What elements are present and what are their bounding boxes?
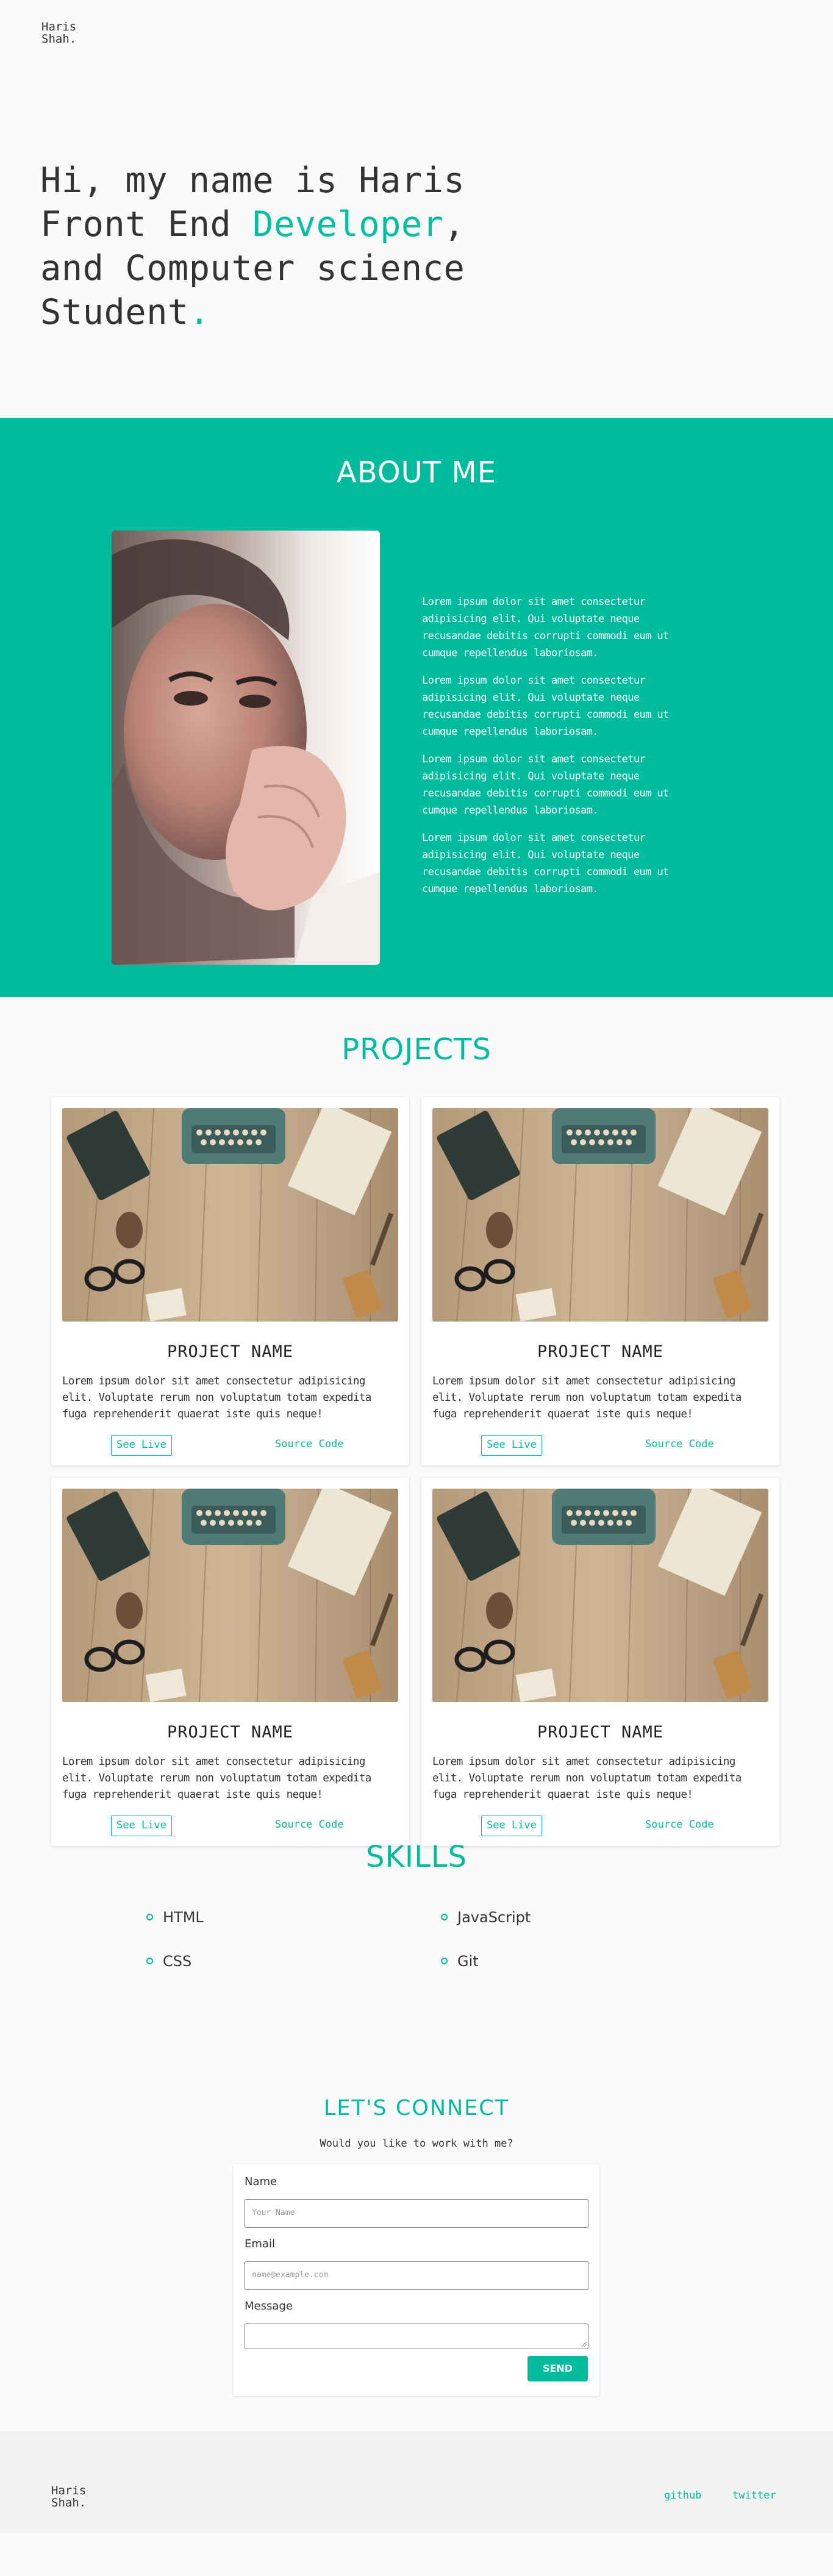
project-image	[432, 1489, 768, 1702]
logo[interactable]: Haris Shah.	[41, 21, 833, 45]
logo-line-2: Shah	[41, 32, 70, 46]
hero-section: Hi, my name is Haris Front End Developer…	[0, 67, 833, 418]
project-description: Lorem ipsum dolor sit amet consectetur a…	[62, 1375, 371, 1420]
hero-comma: ,	[443, 204, 465, 245]
circle-bullet-icon	[146, 1957, 153, 1964]
project-card: PROJECT NAME Lorem ipsum dolor sit amet …	[51, 1097, 409, 1465]
project-image	[432, 1108, 768, 1322]
about-paragraph: Lorem ipsum dolor sit amet consectetur a…	[422, 832, 669, 895]
message-field[interactable]	[244, 2324, 589, 2349]
hero-accent-developer: Developer	[252, 204, 444, 245]
about-section: ABOUT ME Lorem ipsum dolor sit amet cons…	[0, 418, 833, 997]
skill-label: Git	[457, 1953, 479, 1970]
hero-heading: Hi, my name is Haris Front End Developer…	[40, 159, 833, 334]
skill-item: Git	[441, 1953, 479, 1970]
project-name: PROJECT NAME	[537, 1723, 664, 1742]
contact-form: Name Your Name Email name@example.com Me…	[234, 2164, 599, 2396]
project-description: Lorem ipsum dolor sit amet consectetur a…	[432, 1375, 742, 1420]
footer-logo[interactable]: Haris Shah.	[51, 2485, 86, 2509]
skill-item: HTML	[146, 1909, 204, 1926]
circle-bullet-icon	[441, 1957, 448, 1964]
footer-logo-line-1: Haris	[51, 2484, 87, 2497]
see-live-button[interactable]: See Live	[111, 1816, 172, 1836]
skill-label: JavaScript	[457, 1909, 531, 1926]
hero-line-4: Student.	[40, 290, 833, 334]
hero-line-2: Front End Developer,	[40, 202, 833, 246]
about-title: ABOUT ME	[336, 456, 497, 490]
source-code-link[interactable]: Source Code	[645, 1435, 714, 1456]
source-code-link[interactable]: Source Code	[645, 1816, 714, 1836]
message-label: Message	[245, 2300, 293, 2313]
skill-label: HTML	[163, 1909, 204, 1926]
about-paragraph: Lorem ipsum dolor sit amet consectetur a…	[422, 753, 669, 817]
project-card: PROJECT NAME Lorem ipsum dolor sit amet …	[421, 1097, 779, 1465]
footer-logo-dot: .	[79, 2496, 87, 2510]
site-header: Haris Shah.	[0, 0, 833, 67]
see-live-button[interactable]: See Live	[111, 1435, 172, 1456]
project-image	[62, 1108, 398, 1322]
circle-bullet-icon	[146, 1913, 153, 1920]
hero-line-4-text: Student	[40, 292, 189, 332]
project-name: PROJECT NAME	[537, 1342, 664, 1361]
email-label: Email	[245, 2238, 275, 2250]
project-name: PROJECT NAME	[166, 1342, 294, 1361]
send-button[interactable]: SEND	[527, 2356, 588, 2381]
skills-section: SKILLS HTML JavaScript CSS Git	[0, 1840, 833, 2096]
source-code-link[interactable]: Source Code	[275, 1435, 344, 1456]
project-description: Lorem ipsum dolor sit amet consectetur a…	[432, 1756, 742, 1801]
about-paragraph: Lorem ipsum dolor sit amet consectetur a…	[422, 596, 669, 659]
skill-label: CSS	[163, 1953, 192, 1970]
footer-logo-line-2: Shah	[51, 2496, 79, 2510]
portrait-photo	[112, 531, 380, 965]
skill-item: JavaScript	[441, 1909, 531, 1926]
twitter-link[interactable]: twitter	[732, 2489, 776, 2502]
contact-subtitle: Would you like to work with me?	[320, 2138, 513, 2150]
source-code-link[interactable]: Source Code	[275, 1816, 344, 1836]
project-description: Lorem ipsum dolor sit amet consectetur a…	[62, 1756, 371, 1801]
github-link[interactable]: github	[664, 2489, 701, 2502]
circle-bullet-icon	[441, 1913, 448, 1920]
name-label: Name	[245, 2175, 277, 2188]
about-paragraph: Lorem ipsum dolor sit amet consectetur a…	[422, 674, 669, 738]
name-field[interactable]: Your Name	[244, 2199, 589, 2228]
project-name: PROJECT NAME	[166, 1723, 294, 1742]
project-card: PROJECT NAME Lorem ipsum dolor sit amet …	[51, 1478, 409, 1846]
site-footer: Haris Shah. github twitter	[0, 2431, 833, 2533]
email-field[interactable]: name@example.com	[244, 2261, 589, 2290]
project-card: PROJECT NAME Lorem ipsum dolor sit amet …	[421, 1478, 779, 1846]
skills-title: SKILLS	[365, 1840, 468, 1874]
hero-line-1: Hi, my name is Haris	[40, 160, 465, 201]
project-image	[62, 1489, 398, 1702]
skill-item: CSS	[146, 1953, 191, 1970]
contact-section: LET'S CONNECT Would you like to work wit…	[0, 2096, 833, 2431]
hero-line-3: and Computer science	[40, 248, 465, 288]
logo-line-1: Haris	[41, 20, 77, 34]
see-live-button[interactable]: See Live	[481, 1816, 542, 1836]
contact-title: LET'S CONNECT	[323, 2096, 510, 2120]
see-live-button[interactable]: See Live	[481, 1435, 542, 1456]
logo-dot: .	[69, 32, 77, 46]
hero-line-2-text: Front End	[40, 204, 253, 245]
about-text: Lorem ipsum dolor sit amet consectetur a…	[422, 593, 703, 908]
resize-handle-icon[interactable]	[582, 2342, 587, 2347]
hero-accent-dot: .	[188, 292, 210, 332]
projects-title: PROJECTS	[341, 1032, 492, 1067]
projects-section: PROJECTS PROJECT NAME Lorem ipsum dolor …	[0, 997, 833, 1846]
